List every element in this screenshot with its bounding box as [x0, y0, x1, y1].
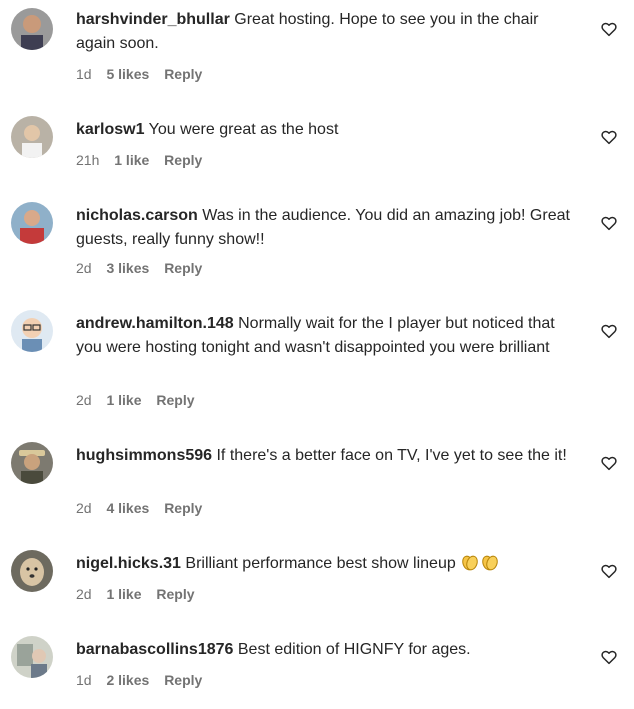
comment-time[interactable]: 2d: [76, 586, 92, 602]
heart-outline-icon: [601, 22, 617, 37]
comment-username[interactable]: harshvinder_bhullar: [76, 11, 230, 28]
heart-outline-icon: [601, 564, 617, 579]
avatar-person-icon: [11, 116, 53, 158]
reply-button[interactable]: Reply: [164, 260, 202, 276]
reply-button[interactable]: Reply: [164, 152, 202, 168]
avatar-dog-icon: [11, 550, 53, 592]
like-button[interactable]: [600, 214, 618, 232]
comment-username[interactable]: andrew.hamilton.148: [76, 315, 234, 332]
comment-time[interactable]: 1d: [76, 672, 92, 688]
comment-likes[interactable]: 1 like: [114, 152, 149, 168]
heart-outline-icon: [601, 324, 617, 339]
like-button[interactable]: [600, 454, 618, 472]
comment-time[interactable]: 2d: [76, 500, 92, 516]
heart-outline-icon: [601, 456, 617, 471]
comment-username[interactable]: nicholas.carson: [76, 207, 198, 224]
comment-username[interactable]: barnabascollins1876: [76, 641, 233, 658]
avatar-person-red-icon: [11, 202, 53, 244]
avatar[interactable]: [11, 202, 53, 244]
comment-username[interactable]: hughsimmons596: [76, 447, 212, 464]
comment-time[interactable]: 1d: [76, 66, 92, 82]
comment-time[interactable]: 2d: [76, 260, 92, 276]
avatar-hat-man-icon: [11, 442, 53, 484]
comment-likes[interactable]: 5 likes: [106, 66, 149, 82]
reply-button[interactable]: Reply: [156, 586, 194, 602]
clapping-hands-icon: [460, 552, 480, 572]
comment-likes[interactable]: 2 likes: [106, 672, 149, 688]
reply-button[interactable]: Reply: [164, 672, 202, 688]
like-button[interactable]: [600, 322, 618, 340]
avatar[interactable]: [11, 8, 53, 50]
comment-text: You were great as the host: [148, 121, 339, 138]
like-button[interactable]: [600, 648, 618, 666]
comment-text: Brilliant performance best show lineup: [185, 555, 456, 572]
comment-time[interactable]: 21h: [76, 152, 99, 168]
comment-likes[interactable]: 1 like: [106, 392, 141, 408]
comment-text: Best edition of HIGNFY for ages.: [237, 641, 471, 658]
avatar-photo-icon: [11, 636, 53, 678]
clapping-hands-icon: [480, 552, 500, 572]
avatar[interactable]: [11, 636, 53, 678]
heart-outline-icon: [601, 130, 617, 145]
avatar-man-icon: [11, 8, 53, 50]
comment-username[interactable]: karlosw1: [76, 121, 144, 138]
comment-text: If there's a better face on TV, I've yet…: [216, 447, 567, 464]
like-button[interactable]: [600, 20, 618, 38]
comment-likes[interactable]: 1 like: [106, 586, 141, 602]
avatar[interactable]: [11, 310, 53, 352]
avatar[interactable]: [11, 442, 53, 484]
avatar-cartoon-icon: [11, 310, 53, 352]
reply-button[interactable]: Reply: [164, 500, 202, 516]
comment-time[interactable]: 2d: [76, 392, 92, 408]
reply-button[interactable]: Reply: [156, 392, 194, 408]
like-button[interactable]: [600, 128, 618, 146]
avatar[interactable]: [11, 116, 53, 158]
avatar[interactable]: [11, 550, 53, 592]
heart-outline-icon: [601, 216, 617, 231]
like-button[interactable]: [600, 562, 618, 580]
comment-likes[interactable]: 4 likes: [106, 500, 149, 516]
heart-outline-icon: [601, 650, 617, 665]
reply-button[interactable]: Reply: [164, 66, 202, 82]
comment-likes[interactable]: 3 likes: [106, 260, 149, 276]
comment-username[interactable]: nigel.hicks.31: [76, 555, 181, 572]
